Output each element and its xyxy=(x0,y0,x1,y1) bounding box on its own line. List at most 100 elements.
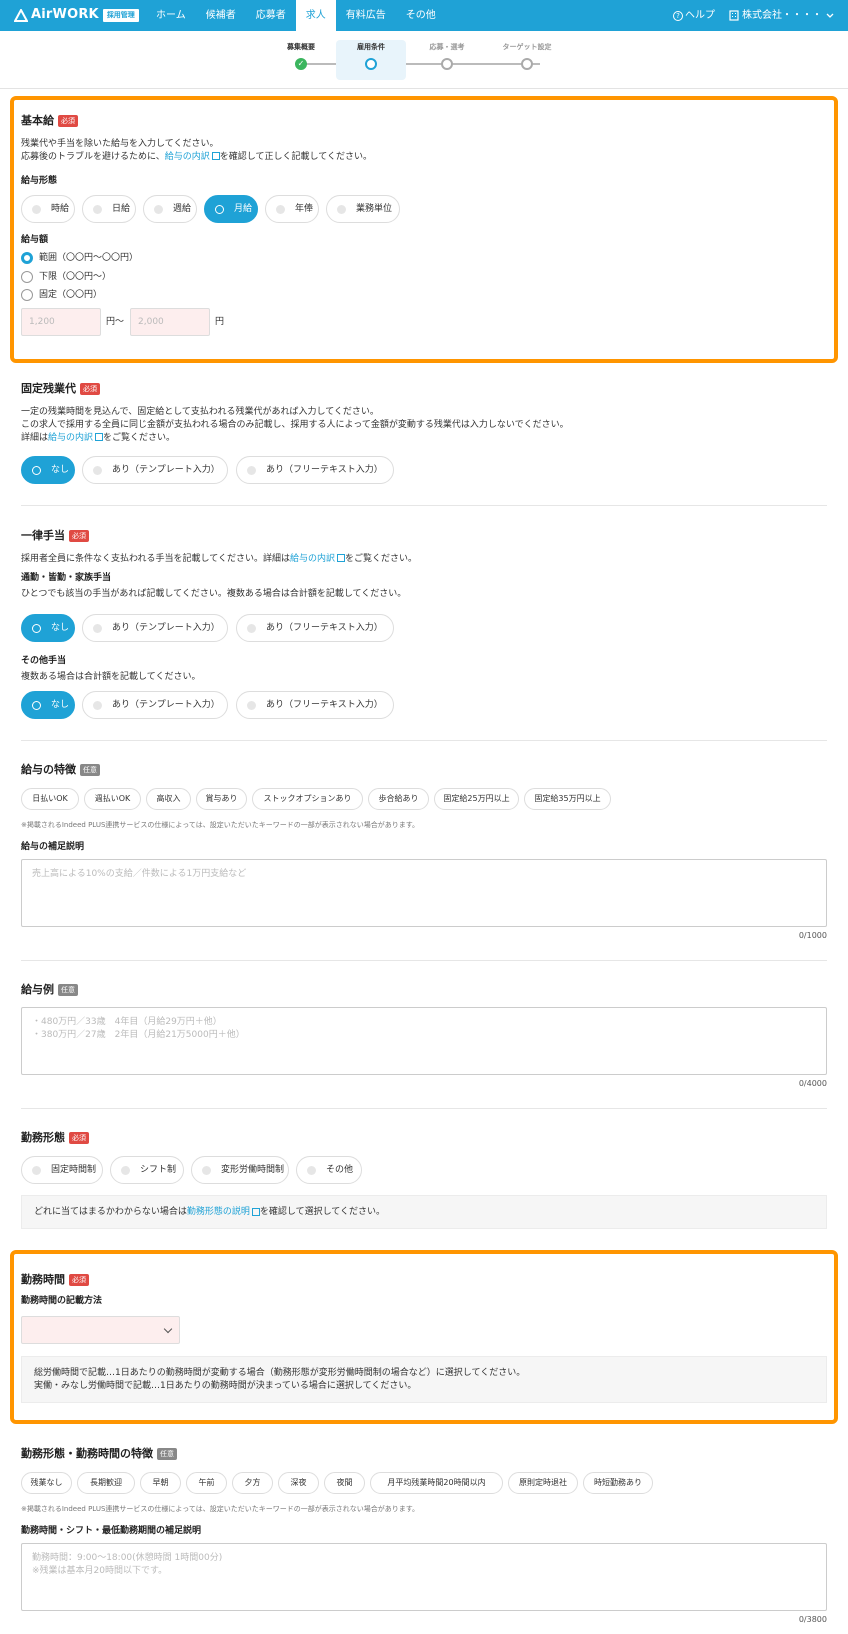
section-title: 勤務形態 必須 xyxy=(21,1130,827,1145)
pay-feature-tag[interactable]: 週払いOK xyxy=(84,788,141,810)
radio-icon xyxy=(93,623,102,633)
hours-method-select[interactable] xyxy=(21,1316,180,1344)
pay-supplement-textarea[interactable]: 売上高による10%の支給／件数による1万円支給など xyxy=(21,859,827,927)
airwork-logo[interactable]: AirWORK 採用管理 xyxy=(14,6,146,24)
radio-icon xyxy=(247,700,256,710)
commute-freetext[interactable]: あり（フリーテキスト入力） xyxy=(236,614,394,642)
pay-feature-tag[interactable]: 賞与あり xyxy=(196,788,247,810)
section-desc: 残業代や手当を除いた給与を入力してください。 xyxy=(21,139,219,150)
nav-other[interactable]: その他 xyxy=(396,0,446,31)
pay-type-annual[interactable]: 年俸 xyxy=(265,195,319,223)
max-amount-input[interactable]: 2,000 xyxy=(130,308,210,336)
work-style-other[interactable]: その他 xyxy=(296,1156,362,1184)
pay-feature-tag[interactable]: 高収入 xyxy=(146,788,191,810)
hours-feature-tag[interactable]: 残業なし xyxy=(21,1472,72,1494)
hours-feature-tag[interactable]: 長期歓迎 xyxy=(77,1472,135,1494)
overtime-template[interactable]: あり（テンプレート入力） xyxy=(82,456,228,484)
pay-type-hourly[interactable]: 時給 xyxy=(21,195,75,223)
step-employment[interactable]: 雇用条件 xyxy=(336,40,406,80)
nav-paid-ads[interactable]: 有料広告 xyxy=(336,0,396,31)
help-icon: ? xyxy=(673,10,683,21)
step-label: 募集概要 xyxy=(287,43,315,51)
radio-icon xyxy=(276,204,285,214)
pay-feature-tag[interactable]: 日払いOK xyxy=(21,788,79,810)
hours-method-info: 総労働時間で記載…1日あたりの勤務時間が変動する場合（勤務形態が変形労働時間制の… xyxy=(21,1356,827,1403)
other-allowance-title: その他手当 xyxy=(21,656,67,666)
char-counter: 0/4000 xyxy=(798,1079,827,1088)
step-label: ターゲット設定 xyxy=(502,43,552,51)
radio-icon xyxy=(215,204,224,214)
work-style-fixed[interactable]: 固定時間制 xyxy=(21,1156,103,1184)
overtime-none[interactable]: なし xyxy=(21,456,75,484)
hours-feature-tag[interactable]: 夕方 xyxy=(232,1472,273,1494)
pay-feature-tag[interactable]: 固定給35万円以上 xyxy=(524,788,611,810)
overtime-freetext[interactable]: あり（フリーテキスト入力） xyxy=(236,456,394,484)
desc-text: 採用者全員に条件なく支払われる手当を記載してください。詳細は xyxy=(21,554,291,565)
optional-badge: 任意 xyxy=(80,763,100,776)
pay-feature-tag[interactable]: 歩合給あり xyxy=(368,788,429,810)
hours-feature-tag[interactable]: 月平均残業時間20時間以内 xyxy=(370,1472,503,1494)
radio-icon xyxy=(93,700,102,710)
pay-type-monthly[interactable]: 月給 xyxy=(204,195,258,223)
section-title: 給与の特徴 任意 xyxy=(21,762,827,777)
pay-breakdown-link[interactable]: 給与の内訳 xyxy=(48,433,93,443)
pay-type-weekly[interactable]: 週給 xyxy=(143,195,197,223)
hours-feature-tag[interactable]: 早朝 xyxy=(140,1472,181,1494)
hours-feature-tag[interactable]: 午前 xyxy=(186,1472,227,1494)
hours-feature-tag[interactable]: 深夜 xyxy=(278,1472,319,1494)
required-badge: 必須 xyxy=(69,1131,89,1144)
work-style-shift[interactable]: シフト制 xyxy=(110,1156,184,1184)
char-counter: 0/1000 xyxy=(798,931,827,940)
step-target[interactable]: ターゲット設定 xyxy=(492,40,562,70)
min-amount-input[interactable]: 1,200 xyxy=(21,308,101,336)
pay-breakdown-link[interactable]: 給与の内訳 xyxy=(290,554,335,564)
pay-type-daily[interactable]: 日給 xyxy=(82,195,136,223)
hours-feature-tag[interactable]: 夜間 xyxy=(324,1472,365,1494)
work-hours-section: 勤務時間 必須 勤務時間の記載方法 xyxy=(21,1272,827,1308)
pay-feature-tag[interactable]: ストックオプションあり xyxy=(252,788,363,810)
nav-jobs[interactable]: 求人 xyxy=(295,0,336,31)
amount-range-option[interactable]: 範囲（〇〇円〜〇〇円） xyxy=(21,252,138,265)
amount-fixed-option[interactable]: 固定（〇〇円） xyxy=(21,289,102,302)
pill-label: 週給 xyxy=(173,203,192,214)
section-title-text: 基本給 xyxy=(21,114,54,127)
other-allowance-freetext[interactable]: あり（フリーテキスト入力） xyxy=(236,691,394,719)
nav-home[interactable]: ホーム xyxy=(146,0,196,31)
commute-allowance-title: 通勤・皆勤・家族手当 xyxy=(21,573,112,584)
step-application[interactable]: 応募・選考 xyxy=(412,40,482,70)
pay-type-per-task[interactable]: 業務単位 xyxy=(326,195,400,223)
other-allowance-template[interactable]: あり（テンプレート入力） xyxy=(82,691,228,719)
desc-text: を確認して正しく記載してください。 xyxy=(219,152,372,163)
commute-none[interactable]: なし xyxy=(21,614,75,642)
pay-example-textarea[interactable]: ・480万円／33歳 4年目（月給29万円＋他） ・380万円／27歳 2年目（… xyxy=(21,1007,827,1075)
pay-breakdown-link[interactable]: 給与の内訳 xyxy=(165,152,210,162)
logo-text: AirWORK xyxy=(31,7,99,23)
amount-min-option[interactable]: 下限（〇〇円〜） xyxy=(21,271,111,284)
section-title: 固定残業代 必須 xyxy=(21,381,827,396)
placeholder-line: ・480万円／33歳 4年目（月給29万円＋他） xyxy=(32,1017,222,1027)
commute-template[interactable]: あり（テンプレート入力） xyxy=(82,614,228,642)
desc-text: 詳細は xyxy=(21,433,49,444)
step-overview[interactable]: 募集概要 ✓ xyxy=(266,40,336,70)
hours-feature-tag[interactable]: 原則定時退社 xyxy=(508,1472,578,1494)
radio-icon xyxy=(247,623,256,633)
indeed-note: ※掲載されるIndeed PLUS連携サービスの仕様によっては、設定いただいたキ… xyxy=(21,821,420,829)
help-link[interactable]: ? ヘルプ xyxy=(673,9,715,23)
radio-icon xyxy=(93,465,102,475)
hours-supplement-textarea[interactable]: 勤務時間：9:00〜18:00(休憩時間 1時間00分) ※残業は基本月20時間… xyxy=(21,1543,827,1611)
other-allowance-desc: 複数ある場合は合計額を記載してください。 xyxy=(21,672,201,682)
pay-feature-tag[interactable]: 固定給25万円以上 xyxy=(434,788,519,810)
pay-amount-label: 給与額 xyxy=(21,235,49,245)
hours-feature-tag[interactable]: 時短勤務あり xyxy=(583,1472,653,1494)
hours-method-label: 勤務時間の記載方法 xyxy=(21,1296,103,1307)
nav-candidates[interactable]: 候補者 xyxy=(196,0,246,31)
radio-label: 固定（〇〇円） xyxy=(39,290,103,300)
work-style-explanation-link[interactable]: 勤務形態の説明 xyxy=(187,1206,250,1219)
info-text: 実働・みなし労働時間で記載…1日あたりの勤務時間が決まっている場合に選択してくだ… xyxy=(34,1380,417,1391)
company-menu[interactable]: 株式会社・・・・ xyxy=(729,9,834,23)
external-link-icon xyxy=(211,152,220,161)
work-style-variable[interactable]: 変形労働時間制 xyxy=(191,1156,289,1184)
other-allowance-none[interactable]: なし xyxy=(21,691,75,719)
nav-applicants[interactable]: 応募者 xyxy=(246,0,296,31)
range-separator: 円〜 xyxy=(106,317,125,327)
